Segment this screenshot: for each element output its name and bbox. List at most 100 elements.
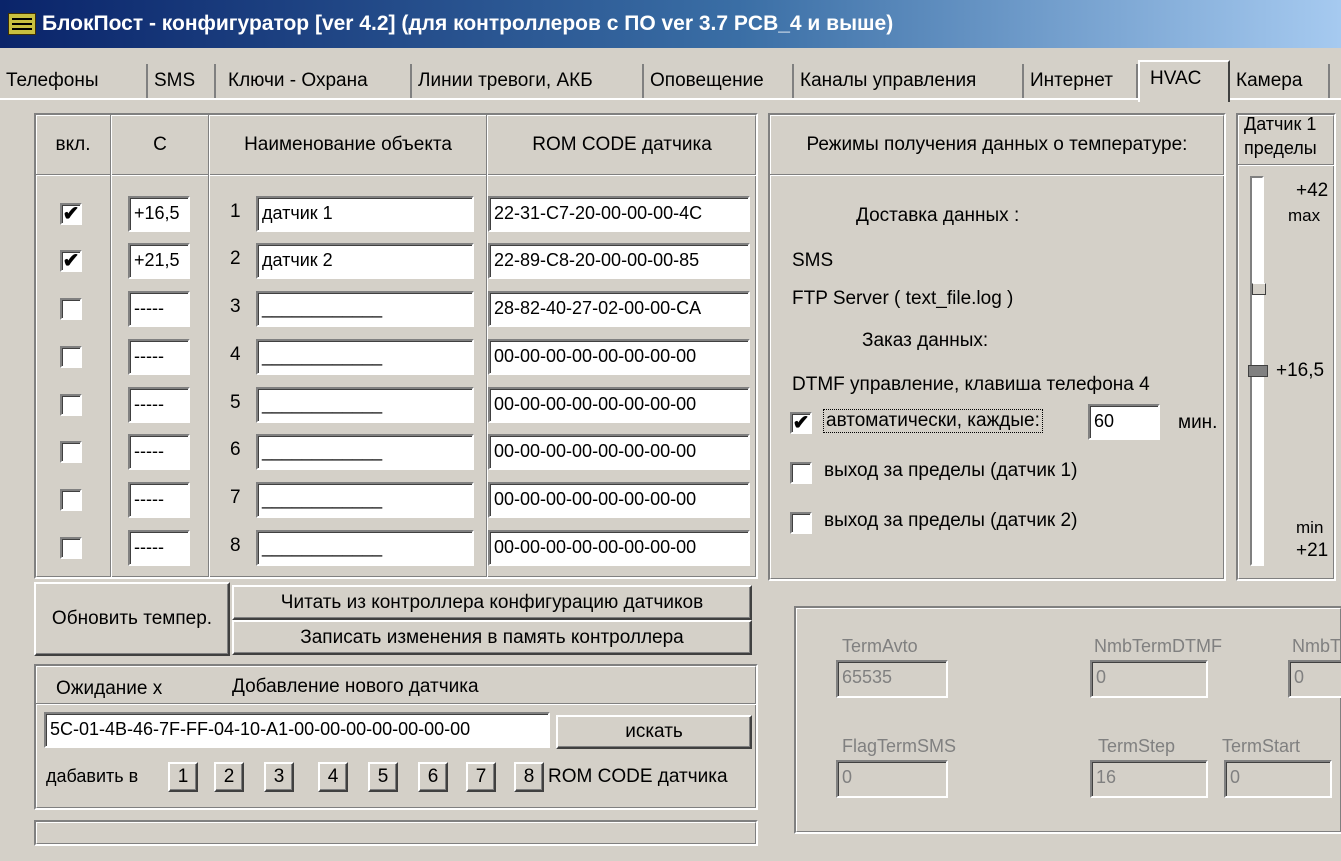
sensor-number: 2 [230,248,241,269]
sensor-number: 3 [230,296,241,317]
max-value: +42 [1296,180,1329,201]
sensor-rom-field[interactable]: 00-00-00-00-00-00-00-00 [488,339,750,375]
tab-control-channels[interactable]: Каналы управления [794,64,1024,98]
sensor-rom-field[interactable]: 28-82-40-27-02-00-00-CA [488,291,750,327]
sensor-name-field[interactable]: ____________ [256,339,474,375]
sensor-enabled-checkbox[interactable] [60,298,82,320]
out-of-range-sensor1-label: выход за пределы (датчик 1) [824,460,1078,481]
add-slot-5-button[interactable]: 5 [368,762,398,792]
nmb-t-label: NmbT [1292,636,1341,656]
tab-phones[interactable]: Телефоны [0,64,148,98]
out-of-range-sensor2-label: выход за пределы (датчик 2) [824,510,1078,531]
tab-notification[interactable]: Оповещение [644,64,794,98]
sensor-enabled-checkbox[interactable]: ✔ [60,203,82,225]
sensor-number: 8 [230,535,241,556]
sensor-rom-field[interactable]: 00-00-00-00-00-00-00-00 [488,434,750,470]
max-limit-handle[interactable] [1252,283,1266,295]
sensor-name-field[interactable]: датчик 1 [256,196,474,232]
limits-title: пределы [1244,138,1317,158]
sensor-enabled-checkbox[interactable] [60,537,82,559]
flag-term-sms-field: 0 [836,760,948,798]
auto-label[interactable]: автоматически, каждые: [823,409,1043,433]
sensor-temp-field[interactable]: ----- [128,387,190,423]
nmb-term-dtmf-field: 0 [1090,660,1208,698]
interval-minutes-field[interactable]: 60 [1088,404,1160,440]
current-value: +16,5 [1276,360,1325,381]
out-of-range-sensor1-checkbox[interactable] [790,462,812,484]
sensor-name-field[interactable]: ____________ [256,482,474,518]
add-slot-7-button[interactable]: 7 [466,762,496,792]
sensor-temp-field[interactable]: +21,5 [128,243,190,279]
term-start-label: TermStart [1222,736,1301,756]
sensor-name-field[interactable]: датчик 2 [256,243,474,279]
write-config-button[interactable]: Записать изменения в память контроллера [232,620,752,655]
sensor-enabled-checkbox[interactable] [60,394,82,416]
sensor-temp-field[interactable]: ----- [128,530,190,566]
new-sensor-code-field[interactable]: 5C-01-4B-46-7F-FF-04-10-A1-00-00-00-00-0… [44,712,550,748]
add-slot-2-button[interactable]: 2 [214,762,244,792]
divider [36,703,756,705]
header-enabled: вкл. [55,133,91,155]
sensor-temp-field[interactable]: ----- [128,339,190,375]
nmb-t-field: 0 [1288,660,1341,698]
temperature-limit-slider[interactable] [1248,176,1268,566]
sensor-name-field[interactable]: ____________ [256,387,474,423]
tab-alarm-lines[interactable]: Линии тревоги, АКБ [412,64,644,98]
sensor-number: 4 [230,344,241,365]
header-temperature: C [153,133,167,155]
tab-bar: Телефоны SMS Ключи - Охрана Линии тревог… [0,60,1341,102]
add-slot-4-button[interactable]: 4 [318,762,348,792]
tab-hvac[interactable]: HVAC [1138,60,1230,102]
tab-camera[interactable]: Камера [1230,64,1330,98]
auto-checkbox[interactable]: ✔ [790,412,812,434]
sms-label: SMS [792,250,834,271]
window-title: БлокПост - конфигуратор [ver 4.2] (для к… [42,12,894,35]
sensor-rom-field[interactable]: 22-31-C7-20-00-00-00-4C [488,196,750,232]
tab-internet[interactable]: Интернет [1024,64,1138,98]
tab-sms[interactable]: SMS [148,64,216,98]
sensor-number: 1 [230,201,241,222]
add-slot-6-button[interactable]: 6 [418,762,448,792]
sensor-temp-field[interactable]: ----- [128,482,190,518]
read-config-button[interactable]: Читать из контроллера конфигурацию датчи… [232,585,752,620]
sensor-name-field[interactable]: ____________ [256,434,474,470]
sensor-rom-field[interactable]: 00-00-00-00-00-00-00-00 [488,530,750,566]
divider [1238,164,1334,166]
sensor-enabled-checkbox[interactable] [60,346,82,368]
tab-keys-security[interactable]: Ключи - Охрана [222,64,412,98]
sensor-enabled-checkbox[interactable] [60,441,82,463]
sensor-temp-field[interactable]: +16,5 [128,196,190,232]
term-avto-field: 65535 [836,660,948,698]
sensor-enabled-checkbox[interactable] [60,489,82,511]
max-label: max [1288,206,1321,225]
nmb-term-dtmf-label: NmbTermDTMF [1094,636,1222,656]
sensor-temp-field[interactable]: ----- [128,291,190,327]
sensor-name-field[interactable]: ____________ [256,530,474,566]
term-start-field: 0 [1224,760,1332,798]
header-rom-code: ROM CODE датчика [532,133,712,155]
divider [110,115,112,577]
out-of-range-sensor2-checkbox[interactable] [790,512,812,534]
minutes-unit: мин. [1178,412,1218,433]
sensor-number: 6 [230,439,241,460]
delivery-label: Доставка данных : [856,205,1020,226]
sensor-rom-field[interactable]: 22-89-C8-20-00-00-00-85 [488,243,750,279]
add-slot-3-button[interactable]: 3 [264,762,294,792]
limits-sensor-title: Датчик 1 [1244,114,1317,134]
sensor-rom-field[interactable]: 00-00-00-00-00-00-00-00 [488,482,750,518]
dtmf-label: DTMF управление, клавиша телефона 4 [792,374,1150,395]
order-label: Заказ данных: [862,330,989,351]
sensor-rom-field[interactable]: 00-00-00-00-00-00-00-00 [488,387,750,423]
divider [770,174,1224,176]
sensor-temp-field[interactable]: ----- [128,434,190,470]
min-label: min [1296,518,1324,537]
sensor-enabled-checkbox[interactable]: ✔ [60,250,82,272]
add-slot-1-button[interactable]: 1 [168,762,198,792]
min-value: +21 [1296,540,1329,561]
sensor-name-field[interactable]: ____________ [256,291,474,327]
refresh-temperature-button[interactable]: Обновить темпер. [34,582,230,656]
header-object-name: Наименование объекта [244,133,452,155]
title-bar: БлокПост - конфигуратор [ver 4.2] (для к… [0,0,1341,48]
add-slot-8-button[interactable]: 8 [514,762,544,792]
search-button[interactable]: искать [556,715,752,749]
